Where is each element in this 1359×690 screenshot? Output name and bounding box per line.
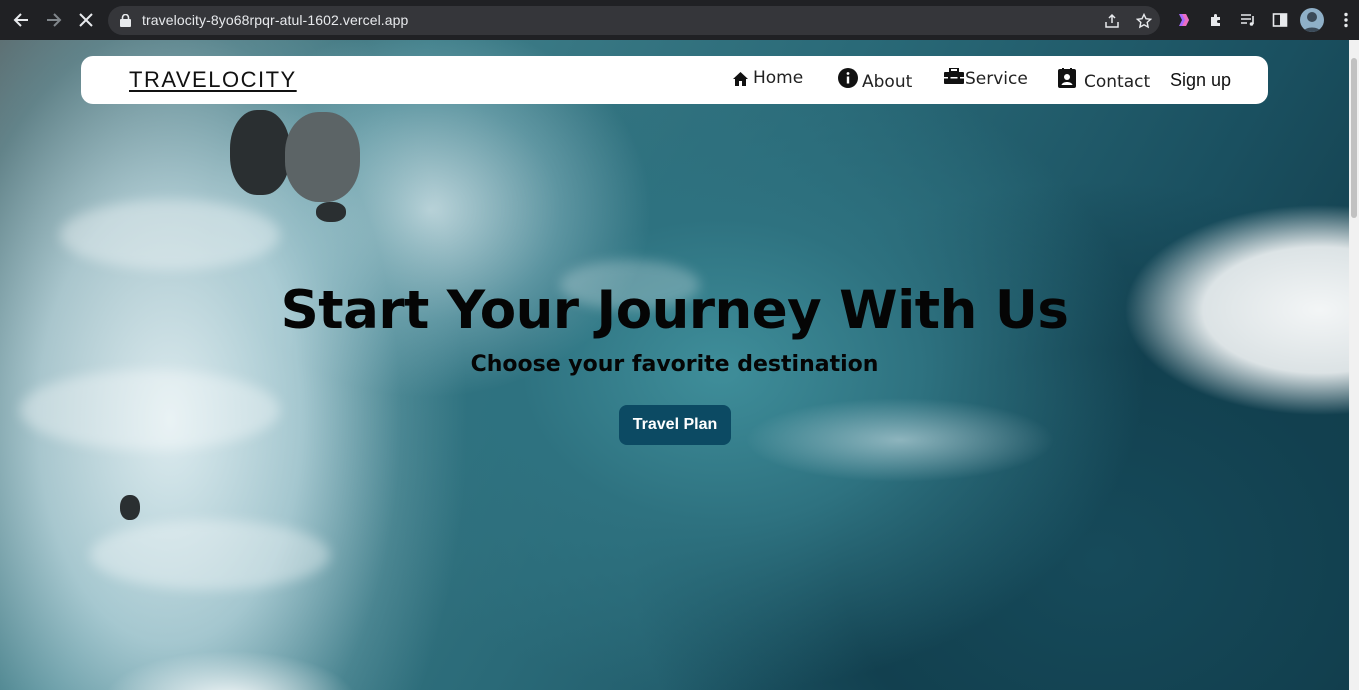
puzzle-icon[interactable] [1206, 10, 1226, 30]
lock-icon[interactable] [120, 13, 131, 32]
toolbox-icon [944, 68, 964, 84]
star-icon[interactable] [1134, 11, 1154, 31]
contact-card-icon [1058, 68, 1076, 88]
browser-toolbar: travelocity-8yo68rpqr-atul-1602.vercel.a… [0, 0, 1359, 40]
page-scrollbar[interactable] [1349, 40, 1359, 690]
foam-decoration [20, 370, 280, 450]
back-icon[interactable] [9, 8, 33, 32]
nav-home[interactable]: Home [732, 68, 803, 88]
nav-service-label[interactable]: Service [965, 69, 1028, 89]
address-bar[interactable]: travelocity-8yo68rpqr-atul-1602.vercel.a… [108, 6, 1160, 35]
forward-icon[interactable] [42, 8, 66, 32]
foam-decoration [60, 200, 280, 270]
rock-decoration [230, 110, 290, 195]
travel-plan-button[interactable]: Travel Plan [619, 405, 731, 445]
home-icon [733, 72, 748, 86]
site-navbar: TRAVELOCITY Home About Service Contact S… [81, 56, 1268, 104]
stop-icon[interactable] [74, 8, 98, 32]
menu-dots-icon[interactable] [1336, 10, 1356, 30]
rock-decoration [316, 202, 346, 222]
hero-subtitle: Choose your favorite destination [470, 352, 879, 377]
nav-contact-label[interactable]: Contact [1084, 72, 1150, 92]
nav-about[interactable]: About [838, 68, 912, 92]
nav-service[interactable]: Service [944, 68, 1028, 89]
rock-decoration [120, 495, 140, 520]
profile-avatar[interactable] [1300, 8, 1324, 32]
url-text[interactable]: travelocity-8yo68rpqr-atul-1602.vercel.a… [142, 12, 408, 28]
info-icon [838, 68, 858, 88]
scrollbar-thumb[interactable] [1351, 58, 1357, 218]
brand-logo[interactable]: TRAVELOCITY [129, 67, 297, 93]
nav-contact[interactable]: Contact [1058, 68, 1150, 92]
foam-decoration [90, 520, 330, 590]
side-panel-icon[interactable] [1270, 10, 1290, 30]
nav-about-label[interactable]: About [862, 72, 912, 92]
rock-decoration [285, 112, 360, 202]
signup-link[interactable]: Sign up [1170, 70, 1231, 91]
hero-title: Start Your Journey With Us [280, 280, 1069, 341]
media-queue-icon[interactable] [1238, 10, 1258, 30]
nav-home-label[interactable]: Home [753, 68, 803, 88]
share-icon[interactable] [1102, 11, 1122, 31]
extension-colorful-icon[interactable] [1174, 10, 1194, 30]
